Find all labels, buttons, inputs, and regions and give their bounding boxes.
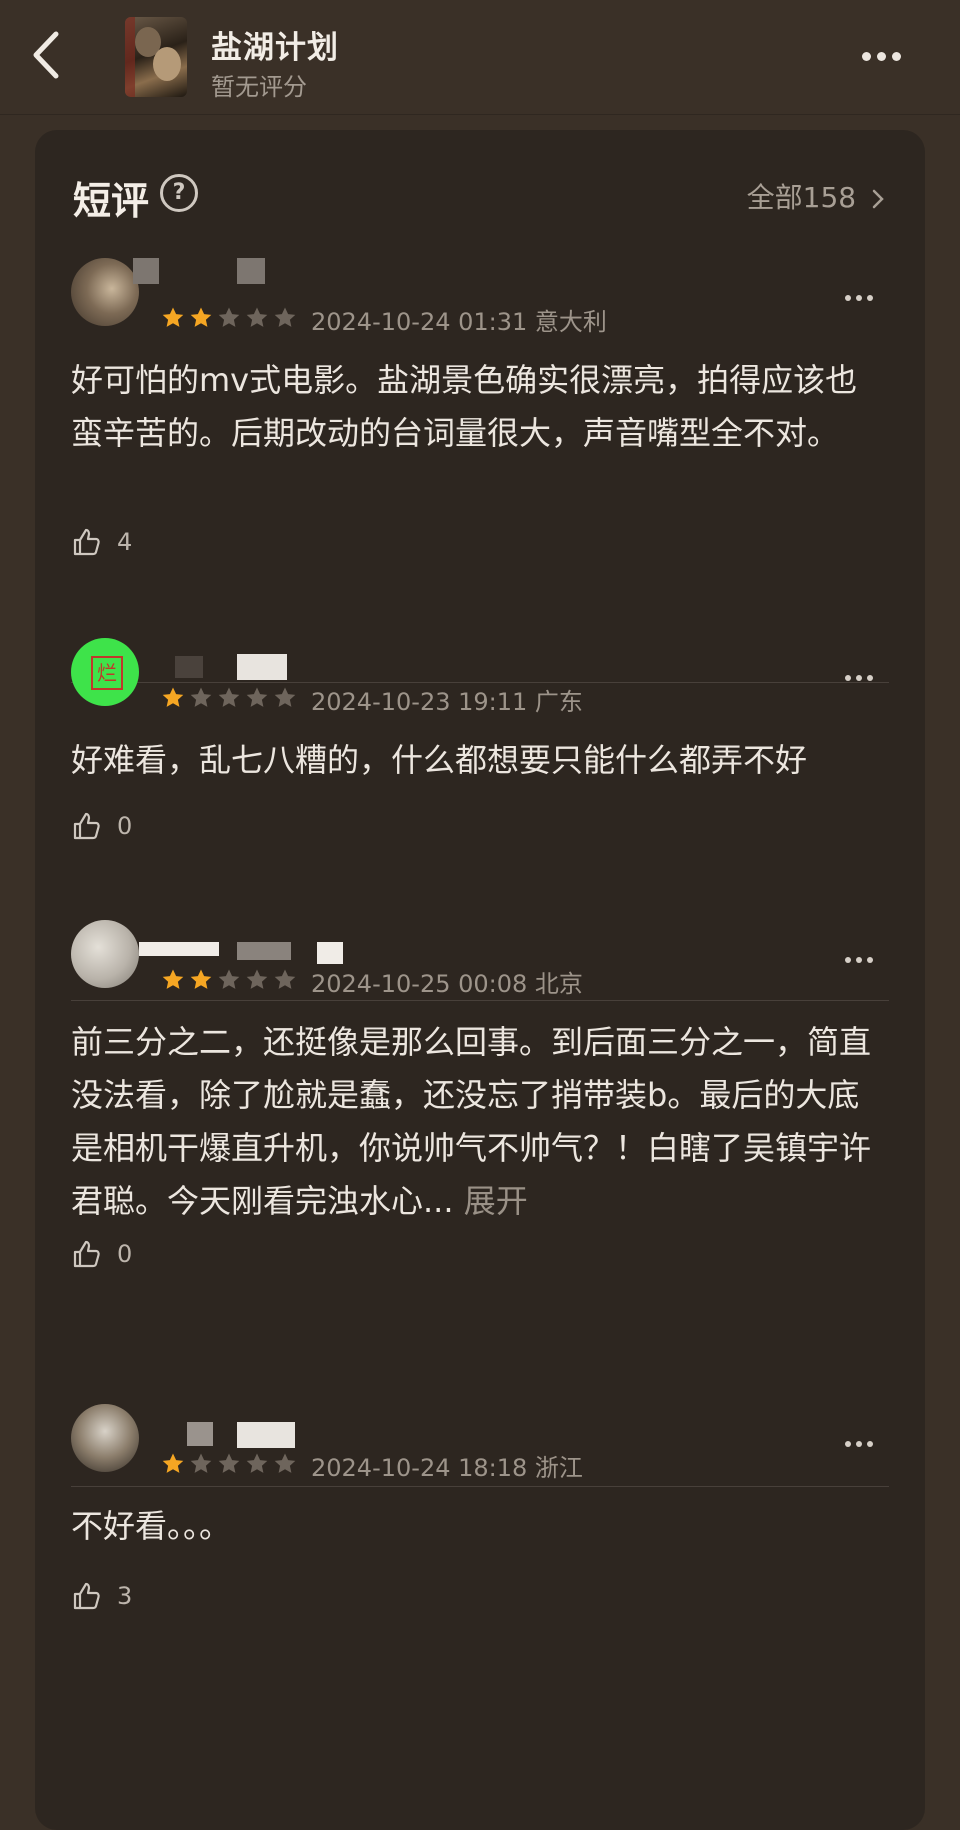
review-meta: 2024-10-24 18:18 浙江 xyxy=(311,1454,583,1482)
more-icon[interactable] xyxy=(845,666,885,682)
star-empty-icon xyxy=(218,969,240,989)
username-redacted xyxy=(139,942,219,956)
top-bar: 盐湖计划 暂无评分 xyxy=(0,0,960,115)
username-redacted xyxy=(187,1422,213,1446)
review-meta: 2024-10-25 00:08 北京 xyxy=(311,970,583,998)
view-all-link[interactable]: 全部158 xyxy=(747,176,885,216)
more-icon[interactable] xyxy=(845,1432,885,1448)
star-empty-icon xyxy=(246,307,268,327)
star-rating xyxy=(161,686,301,710)
movie-rating-status: 暂无评分 xyxy=(211,73,307,101)
star-empty-icon xyxy=(246,687,268,707)
avatar[interactable]: 烂 xyxy=(71,638,139,706)
review-text: 不好看。。。 xyxy=(71,1507,232,1545)
movie-poster[interactable] xyxy=(125,17,187,97)
like-button[interactable]: 0 xyxy=(71,806,132,846)
star-empty-icon xyxy=(274,687,296,707)
avatar[interactable] xyxy=(71,258,139,326)
username-redacted xyxy=(237,654,287,680)
divider xyxy=(71,1000,889,1001)
star-empty-icon xyxy=(274,307,296,327)
more-icon[interactable] xyxy=(862,46,912,66)
star-empty-icon xyxy=(218,1453,240,1473)
review-meta: 2024-10-23 19:11 广东 xyxy=(311,688,583,716)
like-count: 4 xyxy=(117,528,133,556)
username-redacted xyxy=(237,942,291,960)
review-text: 好难看，乱七八糟的，什么都想要只能什么都弄不好 xyxy=(71,741,808,779)
star-empty-icon xyxy=(274,1453,296,1473)
movie-title[interactable]: 盐湖计划 xyxy=(211,22,339,67)
help-icon[interactable]: ? xyxy=(160,174,198,212)
like-button[interactable]: 4 xyxy=(71,522,132,562)
username-redacted xyxy=(175,656,203,678)
star-filled-icon xyxy=(162,1453,184,1473)
username-redacted xyxy=(133,258,159,284)
divider xyxy=(71,1486,889,1487)
star-filled-icon xyxy=(162,969,184,989)
star-empty-icon xyxy=(218,687,240,707)
avatar-logo: 烂 xyxy=(91,656,123,690)
short-review-card: 短评 ? 全部158 2024-10-24 01:31 意大利 好可怕的mv式电… xyxy=(35,130,925,1830)
like-count: 0 xyxy=(117,1240,133,1268)
star-rating xyxy=(161,306,301,330)
back-arrow-icon[interactable] xyxy=(26,28,66,82)
star-filled-icon xyxy=(162,687,184,707)
like-count: 3 xyxy=(117,1582,133,1610)
more-icon[interactable] xyxy=(845,286,885,302)
thumbs-up-icon xyxy=(73,1582,100,1610)
like-count: 0 xyxy=(117,812,133,840)
expand-link[interactable]: 展开 xyxy=(454,1182,528,1220)
star-empty-icon xyxy=(246,969,268,989)
username-redacted xyxy=(237,258,265,284)
review-text: 好可怕的mv式电影。盐湖景色确实很漂亮，拍得应该也蛮辛苦的。后期改动的台词量很大… xyxy=(71,361,858,452)
thumbs-up-icon xyxy=(73,528,100,556)
star-rating xyxy=(161,968,301,992)
avatar[interactable] xyxy=(71,920,139,988)
like-button[interactable]: 0 xyxy=(71,1234,132,1274)
star-empty-icon xyxy=(246,1453,268,1473)
more-icon[interactable] xyxy=(845,948,885,964)
star-empty-icon xyxy=(190,687,212,707)
thumbs-up-icon xyxy=(73,1240,100,1268)
star-filled-icon xyxy=(190,969,212,989)
review-text: 前三分之二，还挺像是那么回事。到后面三分之一，简直没法看，除了尬就是蠢，还没忘了… xyxy=(71,1016,883,1228)
star-empty-icon xyxy=(190,1453,212,1473)
star-filled-icon xyxy=(190,307,212,327)
star-rating xyxy=(161,1452,301,1476)
section-title: 短评 xyxy=(73,179,150,223)
star-empty-icon xyxy=(218,307,240,327)
chevron-right-icon xyxy=(872,189,884,209)
review-meta: 2024-10-24 01:31 意大利 xyxy=(311,308,607,336)
like-button[interactable]: 3 xyxy=(71,1576,132,1616)
avatar[interactable] xyxy=(71,1404,139,1472)
star-empty-icon xyxy=(274,969,296,989)
view-all-label: 全部158 xyxy=(746,181,857,214)
thumbs-up-icon xyxy=(73,812,100,840)
star-filled-icon xyxy=(162,307,184,327)
username-redacted xyxy=(237,1422,295,1448)
username-redacted xyxy=(317,942,343,964)
